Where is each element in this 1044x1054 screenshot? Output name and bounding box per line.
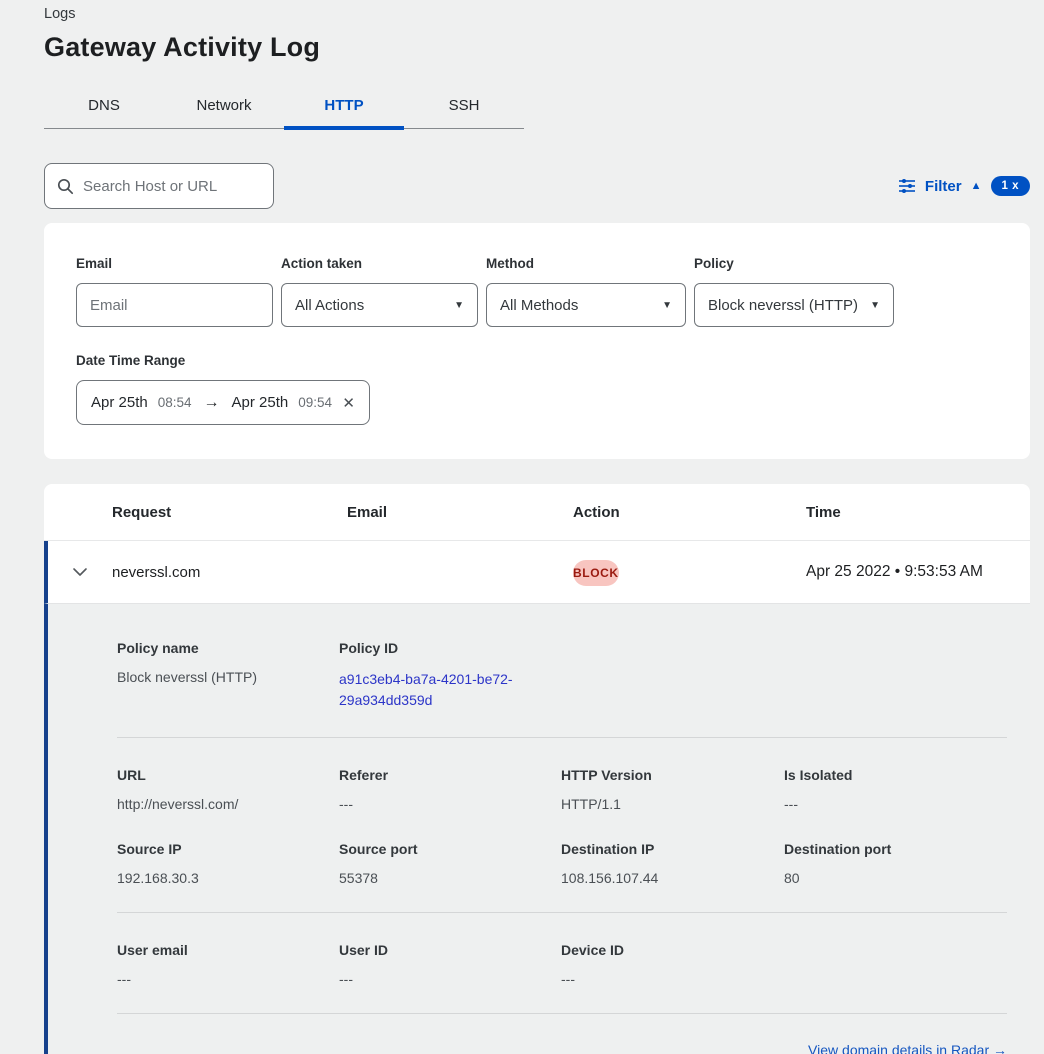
email-filter-input[interactable] bbox=[90, 297, 259, 314]
source-ip-value: 192.168.30.3 bbox=[117, 870, 339, 886]
section-divider bbox=[117, 737, 1007, 738]
activity-log-table: Request Email Action Time neverssl.com B… bbox=[44, 484, 1030, 1054]
log-type-tabs: DNS Network HTTP SSH bbox=[44, 87, 524, 129]
device-id-label: Device ID bbox=[561, 942, 784, 958]
view-domain-in-radar-link[interactable]: View domain details in Radar → bbox=[808, 1042, 1007, 1054]
expanded-row-details: Policy name Block neverssl (HTTP) Policy… bbox=[44, 604, 1030, 1054]
clear-date-range-icon[interactable]: ✕ bbox=[342, 394, 355, 412]
url-value: http://neverssl.com/ bbox=[117, 796, 339, 812]
chevron-down-icon: ▼ bbox=[454, 300, 464, 311]
search-icon bbox=[57, 178, 74, 195]
destination-ip-value: 108.156.107.44 bbox=[561, 870, 784, 886]
policy-id-link[interactable]: a91c3eb4-ba7a-4201-be72-29a934dd359d bbox=[339, 669, 531, 711]
policy-value: Block neverssl (HTTP) bbox=[708, 297, 858, 314]
is-isolated-label: Is Isolated bbox=[784, 767, 1006, 783]
user-id-value: --- bbox=[339, 971, 561, 987]
destination-ip-label: Destination IP bbox=[561, 841, 784, 857]
breadcrumb[interactable]: Logs bbox=[44, 4, 1030, 22]
row-request: neverssl.com bbox=[112, 564, 347, 581]
filter-sliders-icon[interactable] bbox=[898, 178, 916, 194]
referer-value: --- bbox=[339, 796, 561, 812]
http-version-label: HTTP Version bbox=[561, 767, 784, 783]
method-value: All Methods bbox=[500, 297, 578, 314]
table-row[interactable]: neverssl.com BLOCK Apr 25 2022 • 9:53:53… bbox=[44, 541, 1030, 604]
col-header-request: Request bbox=[112, 504, 347, 521]
tab-ssh[interactable]: SSH bbox=[404, 87, 524, 128]
page-title: Gateway Activity Log bbox=[44, 32, 1030, 63]
search-box[interactable] bbox=[44, 163, 274, 209]
collapse-row-chevron-icon[interactable] bbox=[72, 567, 88, 577]
method-select[interactable]: All Methods ▼ bbox=[486, 283, 686, 327]
start-date[interactable]: Apr 25th bbox=[91, 394, 148, 411]
user-email-value: --- bbox=[117, 971, 339, 987]
date-range-label: Date Time Range bbox=[76, 353, 998, 368]
tab-network[interactable]: Network bbox=[164, 87, 284, 128]
action-taken-label: Action taken bbox=[281, 256, 478, 271]
row-time: Apr 25 2022 • 9:53:53 AM bbox=[806, 563, 1030, 581]
referer-label: Referer bbox=[339, 767, 561, 783]
table-header-row: Request Email Action Time bbox=[44, 484, 1030, 541]
col-header-action: Action bbox=[573, 504, 806, 521]
arrow-right-icon: → bbox=[202, 394, 222, 412]
action-taken-value: All Actions bbox=[295, 297, 364, 314]
tab-http[interactable]: HTTP bbox=[284, 87, 404, 128]
date-range-picker[interactable]: Apr 25th 08:54 → Apr 25th 09:54 ✕ bbox=[76, 380, 370, 425]
user-email-label: User email bbox=[117, 942, 339, 958]
url-label: URL bbox=[117, 767, 339, 783]
action-taken-select[interactable]: All Actions ▼ bbox=[281, 283, 478, 327]
method-label: Method bbox=[486, 256, 686, 271]
col-header-email: Email bbox=[347, 504, 573, 521]
policy-select[interactable]: Block neverssl (HTTP) ▼ bbox=[694, 283, 894, 327]
policy-label: Policy bbox=[694, 256, 894, 271]
end-date[interactable]: Apr 25th bbox=[232, 394, 289, 411]
filter-panel: Email Action taken All Actions ▼ Method bbox=[44, 223, 1030, 459]
section-divider bbox=[117, 912, 1007, 913]
http-version-value: HTTP/1.1 bbox=[561, 796, 784, 812]
policy-name-label: Policy name bbox=[117, 640, 339, 656]
search-input[interactable] bbox=[83, 178, 282, 195]
block-action-badge: BLOCK bbox=[573, 560, 619, 586]
col-header-time: Time bbox=[806, 504, 1030, 521]
is-isolated-value: --- bbox=[784, 796, 1006, 812]
end-time[interactable]: 09:54 bbox=[298, 395, 332, 410]
section-divider bbox=[117, 1013, 1007, 1014]
source-port-value: 55378 bbox=[339, 870, 561, 886]
chevron-down-icon: ▼ bbox=[662, 300, 672, 311]
tab-dns[interactable]: DNS bbox=[44, 87, 164, 128]
filter-collapse-caret-icon[interactable]: ▲ bbox=[971, 181, 982, 192]
policy-name-value: Block neverssl (HTTP) bbox=[117, 669, 339, 685]
source-ip-label: Source IP bbox=[117, 841, 339, 857]
email-filter-label: Email bbox=[76, 256, 273, 271]
user-id-label: User ID bbox=[339, 942, 561, 958]
filter-count-badge[interactable]: 1 x bbox=[991, 176, 1031, 196]
filter-button[interactable]: Filter bbox=[925, 178, 962, 195]
chevron-down-icon: ▼ bbox=[870, 300, 880, 311]
destination-port-value: 80 bbox=[784, 870, 1006, 886]
start-time[interactable]: 08:54 bbox=[158, 395, 192, 410]
destination-port-label: Destination port bbox=[784, 841, 1006, 857]
device-id-value: --- bbox=[561, 971, 784, 987]
source-port-label: Source port bbox=[339, 841, 561, 857]
gateway-activity-log-page: Logs Gateway Activity Log DNS Network HT… bbox=[0, 0, 1044, 1054]
policy-id-label: Policy ID bbox=[339, 640, 561, 656]
